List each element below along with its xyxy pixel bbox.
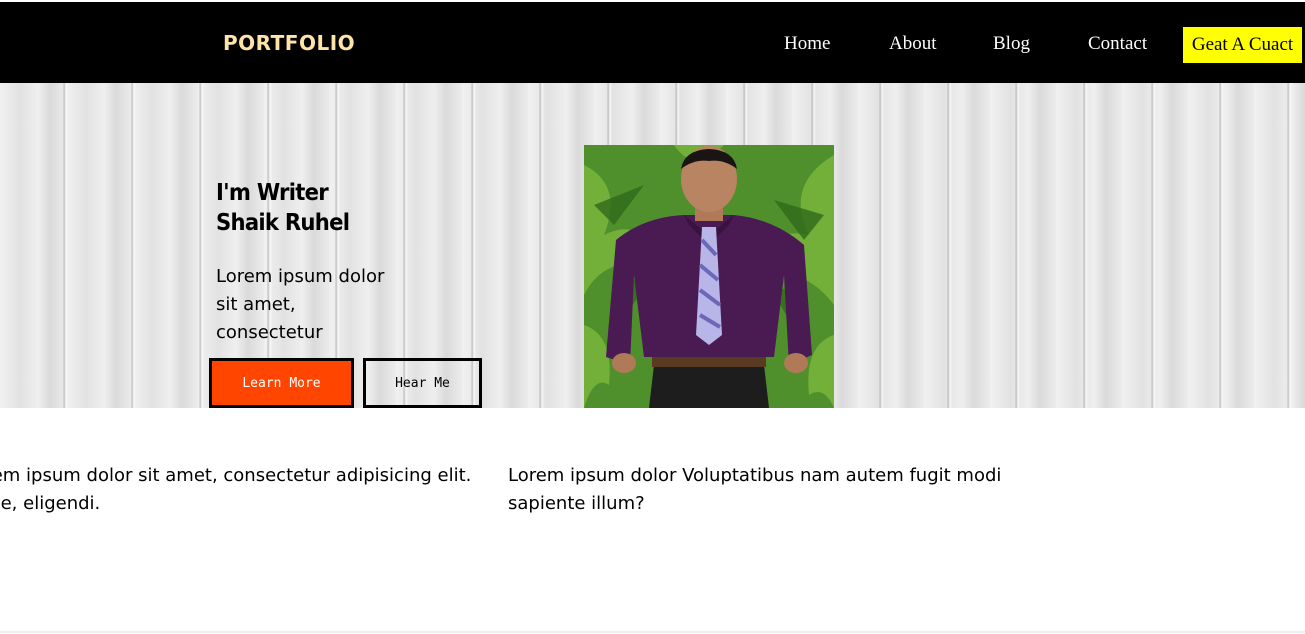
hero-title: I'm Writer Shaik Ruhel xyxy=(216,178,350,238)
hero-section: I'm Writer Shaik Ruhel Lorem ipsum dolor… xyxy=(0,83,1305,408)
about-right-text: Lorem ipsum dolor Voluptatibus nam autem… xyxy=(508,465,1002,514)
hero-title-line-2: Shaik Ruhel xyxy=(216,210,350,236)
hear-me-button[interactable]: Hear Me xyxy=(363,358,482,408)
learn-more-button[interactable]: Learn More xyxy=(209,358,354,408)
nav-link-blog[interactable]: Blog xyxy=(993,33,1030,55)
hero-title-line-1: I'm Writer xyxy=(216,180,329,206)
nav-link-about[interactable]: About xyxy=(889,33,937,55)
brand-logo[interactable]: PORTFOLIO xyxy=(223,31,355,55)
nav-link-home[interactable]: Home xyxy=(784,33,830,55)
nav-link-contact[interactable]: Contact xyxy=(1088,33,1147,55)
navbar: PORTFOLIO Home About Blog Contact Geat A… xyxy=(0,2,1305,83)
get-a-contact-button[interactable]: Geat A Cuact xyxy=(1183,27,1302,63)
profile-photo xyxy=(584,145,834,408)
about-left-text: Lorem ipsum dolor sit amet, consectetur … xyxy=(0,465,472,514)
footer-divider xyxy=(0,631,1305,633)
about-section: Lorem ipsum dolor sit amet, consectetur … xyxy=(0,462,1305,532)
hero-description: Lorem ipsum dolor sit amet, consectetur xyxy=(216,266,385,343)
